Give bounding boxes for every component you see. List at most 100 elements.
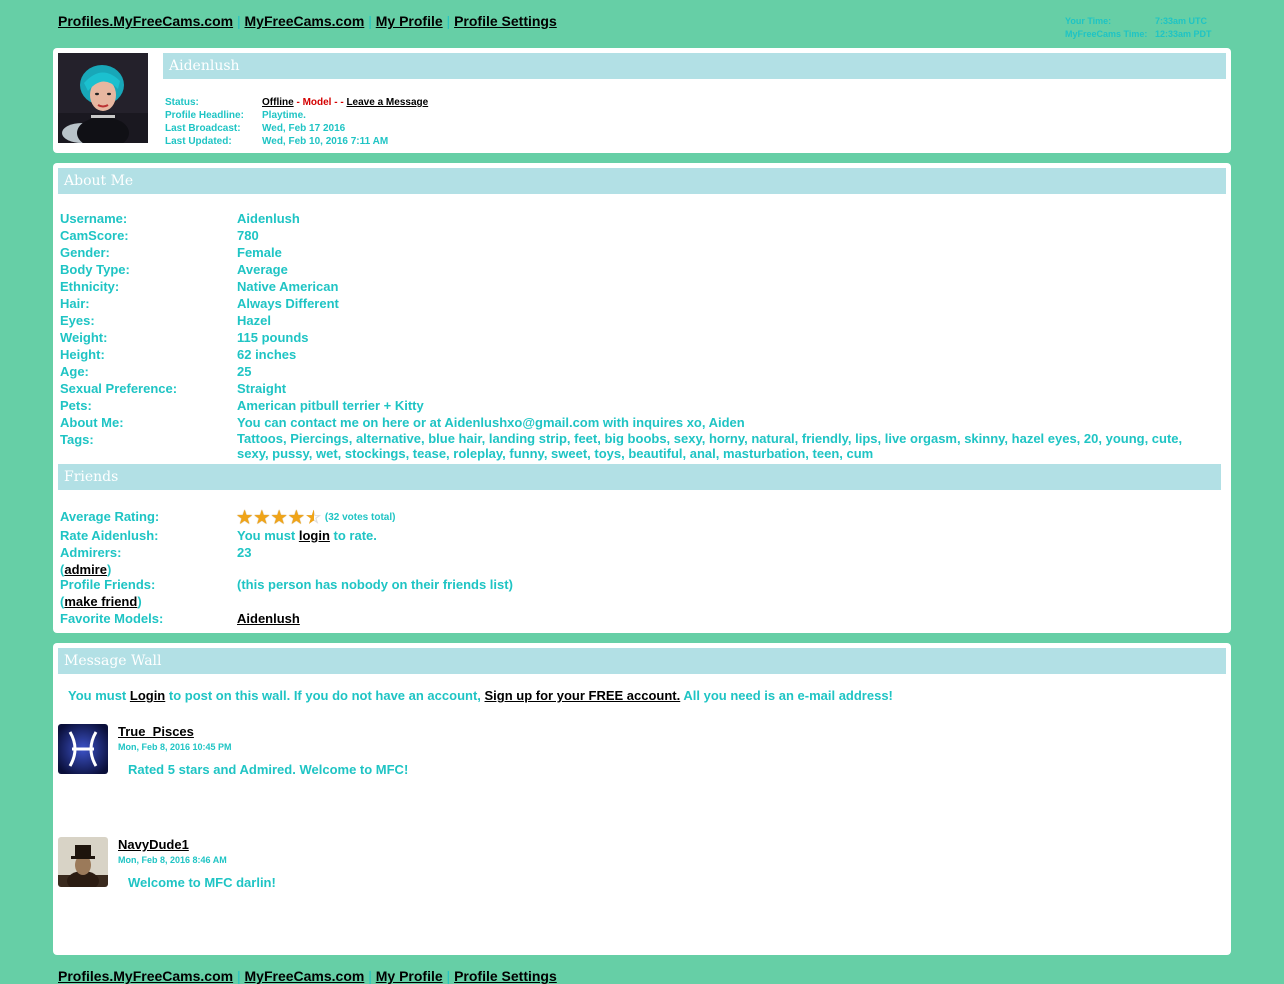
about-field-value: Native American: [237, 279, 339, 294]
top-hat-man-icon: [58, 837, 108, 887]
model-label: Model: [302, 97, 332, 108]
nav-link-my-profile[interactable]: My Profile: [376, 13, 443, 29]
about-field-label: Ethnicity:: [60, 279, 120, 294]
about-field-row: Ethnicity: Native American: [60, 278, 1207, 295]
votes-total: (32 votes total): [324, 512, 396, 524]
make-friend-link[interactable]: make friend: [64, 594, 137, 609]
signup-link[interactable]: Sign up for your FREE account.: [485, 688, 681, 703]
admire-link[interactable]: admire: [64, 562, 107, 577]
wall-login-link[interactable]: Login: [130, 688, 165, 703]
about-field-value: Hazel: [237, 313, 271, 328]
about-field-value: Tattoos, Piercings, alternative, blue ha…: [237, 431, 1183, 461]
wall-note: You must Login to post on this wall. If …: [68, 688, 893, 703]
about-field-row: Gender: Female: [60, 244, 1207, 261]
rate-pre: You must: [237, 528, 299, 543]
favorite-model-link[interactable]: Aidenlush: [237, 611, 300, 626]
status-label: Status:: [165, 97, 199, 108]
favorite-models-label: Favorite Models:: [60, 611, 164, 626]
friends-heading: Friends: [58, 464, 1221, 490]
about-field-value: Female: [237, 245, 282, 260]
avatar-image: [58, 53, 148, 143]
wall-note-mid: to post on this wall. If you do not have…: [165, 688, 485, 703]
nav-link-profiles[interactable]: Profiles.MyFreeCams.com: [58, 13, 233, 29]
profile-info: Status: Offline - Model - - Leave a Mess…: [165, 96, 428, 148]
mfc-time-label: MyFreeCams Time:: [1065, 29, 1148, 39]
post-author[interactable]: NavyDude1: [118, 837, 189, 852]
post-date: Mon, Feb 8, 2016 8:46 AM: [118, 855, 227, 865]
post-date: Mon, Feb 8, 2016 10:45 PM: [118, 742, 232, 752]
about-field-label: Pets:: [60, 398, 92, 413]
last-broadcast-value: Wed, Feb 17 2016: [262, 123, 346, 134]
admirers-value: 23: [237, 545, 252, 560]
about-field-value: Always Different: [237, 296, 339, 311]
about-field-value: American pitbull terrier + Kitty: [237, 398, 424, 413]
last-updated-label: Last Updated:: [165, 136, 232, 147]
status-dashes: - -: [331, 97, 347, 108]
poster-avatar[interactable]: [58, 724, 108, 774]
last-updated-value: Wed, Feb 10, 2016 7:11 AM: [262, 136, 389, 147]
status-dash: -: [293, 97, 303, 108]
profile-friends-value: (this person has nobody on their friends…: [237, 577, 513, 592]
about-field-row: Username: Aidenlush: [60, 210, 1207, 227]
about-field-label: Gender:: [60, 245, 110, 260]
about-field-row: Height: 62 inches: [60, 346, 1207, 363]
poster-avatar[interactable]: [58, 837, 108, 887]
star-icon: ★: [254, 507, 270, 527]
about-field-label: Eyes:: [60, 313, 95, 328]
about-field-row: Weight: 115 pounds: [60, 329, 1207, 346]
leave-message-link[interactable]: Leave a Message: [346, 97, 428, 108]
message-wall-panel: Message Wall You must Login to post on t…: [53, 643, 1231, 955]
about-field-value: 780: [237, 228, 259, 243]
time-display: Your Time: 7:33am UTC MyFreeCams Time: 12:…: [1065, 15, 1212, 41]
about-field-row: Sexual Preference: Straight: [60, 380, 1207, 397]
top-nav: Profiles.MyFreeCams.com | MyFreeCams.com…: [58, 13, 557, 29]
star-icon: ★: [237, 507, 253, 527]
about-field-label: Tags:: [60, 432, 94, 447]
avatar: [58, 53, 148, 143]
profile-header-panel: Aidenlush Status: Offline - Model - - Le…: [53, 48, 1231, 153]
wall-note-post: All you need is an e-mail address!: [680, 688, 893, 703]
about-field-row: Pets: American pitbull terrier + Kitty: [60, 397, 1207, 414]
about-field-row: CamScore: 780: [60, 227, 1207, 244]
star-icon: ★: [271, 507, 287, 527]
avg-rating-label: Average Rating:: [60, 509, 160, 524]
rate-label: Rate Aidenlush:: [60, 528, 159, 543]
rating-stars: ★ ★ ★ ★ ☆★: [237, 507, 322, 527]
post-message: Rated 5 stars and Admired. Welcome to MF…: [128, 762, 409, 777]
post-author[interactable]: True_Pisces: [118, 724, 194, 739]
about-field-row: Age: 25: [60, 363, 1207, 380]
star-icon: ★: [288, 507, 304, 527]
your-time-value: 7:33am UTC: [1155, 16, 1208, 26]
about-field-label: Weight:: [60, 330, 108, 345]
last-broadcast-label: Last Broadcast:: [165, 123, 241, 134]
nav-link-myfreecams[interactable]: MyFreeCams.com: [245, 13, 365, 29]
about-field-row: Hair: Always Different: [60, 295, 1207, 312]
post-message: Welcome to MFC darlin!: [128, 875, 276, 890]
rate-login-link[interactable]: login: [299, 528, 330, 543]
about-field-label: About Me:: [60, 415, 124, 430]
nav-separator: |: [368, 13, 372, 29]
about-field-label: CamScore:: [60, 228, 129, 243]
profile-friends-label: Profile Friends:: [60, 577, 156, 592]
about-field-value: 62 inches: [237, 347, 297, 362]
rate-post: to rate.: [329, 528, 377, 543]
about-field-label: Height:: [60, 347, 105, 362]
about-field-label: Hair:: [60, 296, 90, 311]
admirers-label: Admirers:: [60, 545, 122, 560]
about-field-value: 115 pounds: [237, 330, 309, 345]
your-time-label: Your Time:: [1065, 16, 1112, 26]
pisces-icon: [58, 724, 108, 774]
about-field-label: Sexual Preference:: [60, 381, 178, 396]
about-field-value: Straight: [237, 381, 287, 396]
about-panel: About Me Username: Aidenlush CamScore: 780 G…: [53, 163, 1231, 633]
wall-heading: Message Wall: [58, 648, 1226, 674]
half-star-icon: ☆★: [306, 507, 322, 527]
mfc-time-value: 12:33am PDT: [1155, 29, 1212, 39]
profile-name-heading: Aidenlush: [163, 53, 1226, 79]
nav-link-profile-settings[interactable]: Profile Settings: [454, 13, 557, 29]
nav-separator: |: [446, 13, 451, 29]
headline-label: Profile Headline:: [165, 110, 244, 121]
about-field-value: You can contact me on here or at Aidenlu…: [237, 415, 745, 430]
friends-fields: Average Rating: ★ ★ ★ ★ ☆★ (32 votes tot…: [60, 508, 1207, 627]
status-offline-link[interactable]: Offline: [262, 97, 294, 108]
